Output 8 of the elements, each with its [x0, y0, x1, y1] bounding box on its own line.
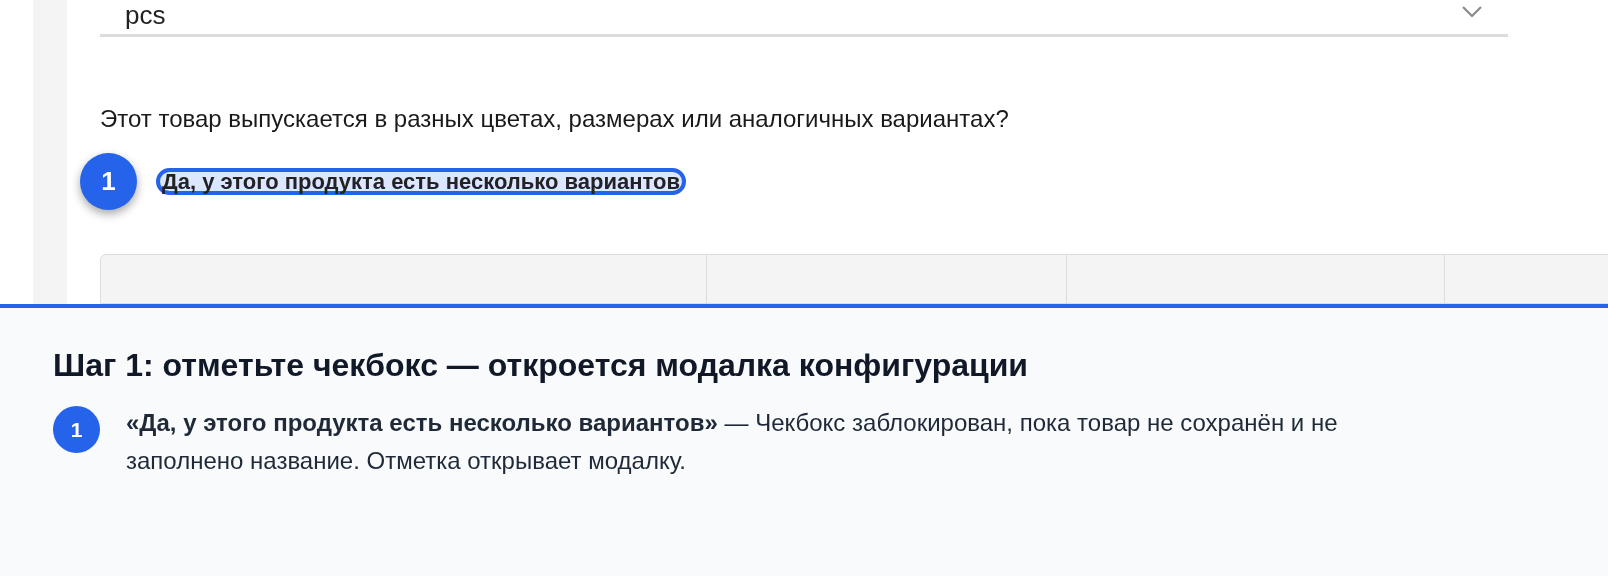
step-marker: 1	[80, 153, 137, 210]
guide-text: «Да, у этого продукта есть несколько вариантов» — Чекбокс заблокирован, пока товар не сохранён и не заполнено название. Отметка открывает модалку.	[126, 408, 1339, 476]
guide-title: Шаг 1: отметьте чекбокс — откроется модалка конфигурации	[53, 346, 1029, 384]
chevron-down-icon	[1462, 6, 1482, 18]
unit-select[interactable]: pcs	[100, 0, 1508, 37]
checkbox-label[interactable]: Да, у этого продукта есть несколько вариантов	[156, 168, 686, 195]
question-text: Этот товар выпускается в разных цветах, размерах или аналогичных вариантах?	[100, 105, 1010, 133]
step-marker: 1	[53, 406, 100, 453]
